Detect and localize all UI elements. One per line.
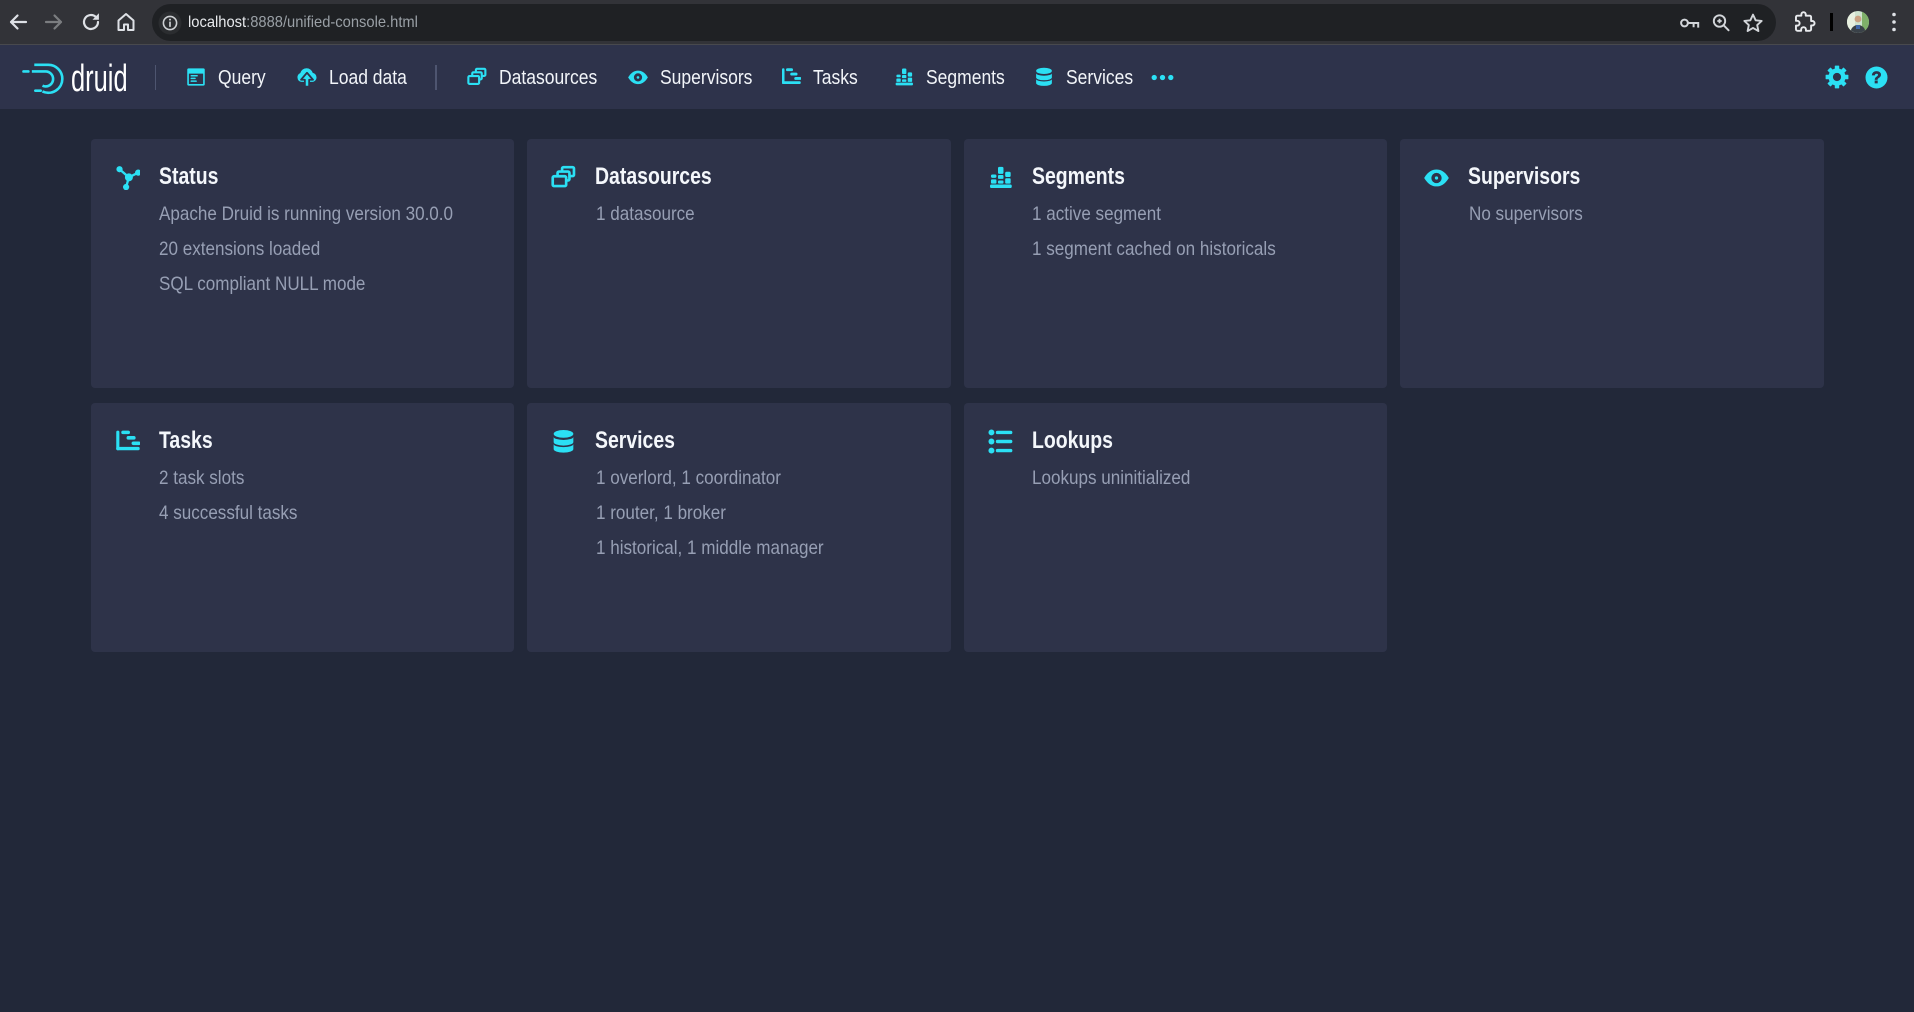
svg-text:?: ?: [1871, 69, 1881, 87]
